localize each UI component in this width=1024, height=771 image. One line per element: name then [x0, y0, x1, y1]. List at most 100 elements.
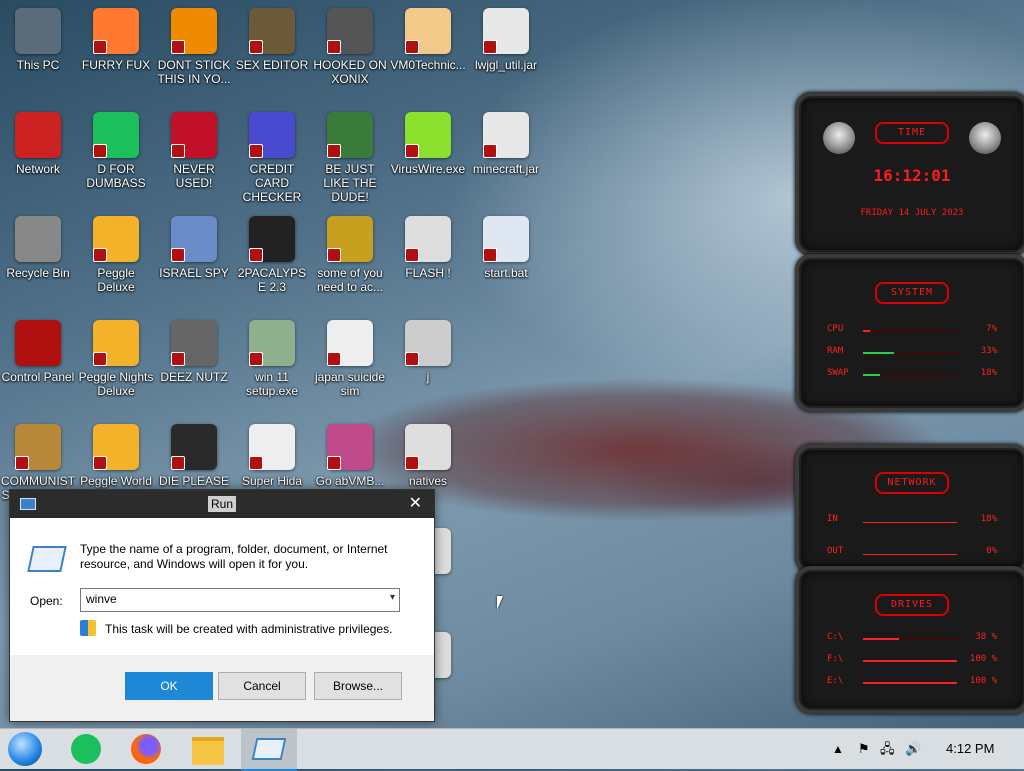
desktop-icon[interactable]: Peggle Deluxe — [78, 216, 154, 294]
desktop-icon[interactable]: BE JUST LIKE THE DUDE! — [312, 112, 388, 204]
chevron-up-icon[interactable]: ▲ — [832, 729, 844, 769]
open-combobox[interactable]: ▾ — [80, 588, 400, 612]
desktop-icon-label: NEVER USED! — [173, 162, 215, 190]
desktop-icon[interactable]: FLASH ! — [390, 216, 466, 280]
desktop-icon[interactable]: natives — [390, 424, 466, 488]
shortcut-badge-icon — [171, 248, 185, 262]
chevron-down-icon[interactable]: ▾ — [390, 592, 395, 603]
swap-bar — [863, 374, 957, 376]
app-icon — [327, 424, 373, 470]
desktop-icon[interactable]: D FOR DUMBASS — [78, 112, 154, 190]
desktop-icon[interactable]: Peggle Nights Deluxe — [78, 320, 154, 398]
desktop-icon-label: Peggle Nights Deluxe — [78, 370, 154, 398]
desktop-icon[interactable]: DIE PLEASE — [156, 424, 232, 488]
desktop-icon[interactable]: DONT STICK THIS IN YO... — [156, 8, 232, 86]
shortcut-badge-icon — [249, 248, 263, 262]
desktop-icon-label: minecraft.jar — [472, 162, 540, 176]
desktop-icon[interactable]: This PC — [0, 8, 76, 72]
desktop-icon[interactable]: Network — [0, 112, 76, 176]
close-button[interactable]: ✕ — [409, 493, 422, 513]
desktop-icon[interactable]: Recycle Bin — [0, 216, 76, 280]
ok-button[interactable]: OK — [125, 672, 213, 700]
gadget-title: TIME — [875, 122, 949, 144]
shortcut-badge-icon — [327, 248, 341, 262]
app-icon — [405, 216, 451, 262]
volume-icon[interactable]: 🔊 — [905, 729, 921, 769]
shortcut-badge-icon — [93, 144, 107, 158]
app-icon — [15, 424, 61, 470]
desktop-icon-label: Recycle Bin — [6, 266, 70, 280]
desktop-icon[interactable]: ISRAEL SPY — [156, 216, 232, 280]
desktop-icon-label: j — [426, 370, 430, 384]
desktop-icon[interactable]: j — [390, 320, 466, 384]
open-input[interactable] — [81, 589, 381, 609]
firefox-icon — [131, 734, 161, 764]
date-readout: FRIDAY 14 JULY 2023 — [860, 208, 964, 218]
shortcut-badge-icon — [405, 248, 419, 262]
app-icon — [171, 112, 217, 158]
desktop-icon-label: Peggle Deluxe — [97, 266, 135, 294]
desktop-icon[interactable]: DEEZ NUTZ — [156, 320, 232, 384]
cpu-bar — [863, 330, 957, 332]
desktop-icon[interactable]: SEX EDITOR — [234, 8, 310, 72]
desktop-icon[interactable]: VM0Technic... — [390, 8, 466, 72]
drives-gadget: DRIVES C:\ 38 % F:\ 100 % E:\ 100 % — [795, 566, 1024, 714]
app-icon — [249, 216, 295, 262]
shortcut-badge-icon — [405, 456, 419, 470]
app-icon — [93, 424, 139, 470]
run-titlebar[interactable]: Run ✕ — [10, 490, 434, 518]
taskbar-firefox[interactable] — [128, 733, 164, 765]
taskbar-file-explorer[interactable] — [190, 733, 226, 765]
taskbar-run-active[interactable] — [241, 729, 297, 771]
app-icon — [249, 112, 295, 158]
desktop-icon[interactable]: Go abVMB... — [312, 424, 388, 488]
start-button[interactable] — [8, 732, 44, 766]
shortcut-badge-icon — [249, 456, 263, 470]
time-gadget: TIME 16:12:01 FRIDAY 14 JULY 2023 — [795, 92, 1024, 256]
browse-button[interactable]: Browse... — [314, 672, 402, 700]
flag-icon[interactable]: ⚑ — [858, 729, 870, 769]
desktop-icon[interactable]: japan suicide sim — [312, 320, 388, 398]
time-readout: 16:12:01 — [873, 166, 951, 185]
taskbar: ▲ ⚑ 🖧 🔊 4:12 PM — [0, 728, 1024, 771]
desktop-icon[interactable]: some of you need to ac... — [312, 216, 388, 294]
desktop-icon[interactable]: HOOKED ON XONIX — [312, 8, 388, 86]
run-description: Type the name of a program, folder, docu… — [80, 542, 388, 571]
gadget-title: DRIVES — [875, 594, 949, 616]
desktop-icon[interactable]: win 11 setup.exe — [234, 320, 310, 398]
desktop-icon-label: Network — [15, 162, 60, 176]
shortcut-badge-icon — [171, 40, 185, 54]
system-gadget: SYSTEM CPU 7% RAM 33% SWAP 18% — [795, 254, 1024, 412]
app-icon — [327, 320, 373, 366]
desktop-icon-label: DONT STICK THIS IN YO... — [157, 58, 231, 86]
cpu-row: CPU 7% — [827, 324, 997, 334]
desktop-icon[interactable]: 2PACALYPSE 2.3 — [234, 216, 310, 294]
desktop-icon-label: 2PACALYPSE 2.3 — [237, 266, 307, 294]
run-icon — [27, 546, 67, 572]
desktop-icon[interactable]: CREDIT CARD CHECKER — [234, 112, 310, 204]
shortcut-badge-icon — [249, 40, 263, 54]
mouse-cursor-icon — [497, 596, 503, 610]
app-icon — [327, 8, 373, 54]
alien-icon — [823, 122, 855, 154]
desktop-icon[interactable]: minecraft.jar — [468, 112, 544, 176]
desktop-icon[interactable]: VirusWire.exe — [390, 112, 466, 176]
desktop-icon[interactable]: start.bat — [468, 216, 544, 280]
app-icon — [405, 112, 451, 158]
desktop-icon[interactable]: Control Panel — [0, 320, 76, 384]
shortcut-badge-icon — [405, 144, 419, 158]
cancel-button[interactable]: Cancel — [218, 672, 306, 700]
gadget-title: SYSTEM — [875, 282, 949, 304]
run-taskbar-icon — [251, 738, 287, 760]
desktop-icon-label: Super Hida — [241, 474, 303, 488]
desktop-icon[interactable]: Super Hida — [234, 424, 310, 488]
desktop-icon[interactable]: FURRY FUX — [78, 8, 154, 72]
desktop-icon[interactable]: NEVER USED! — [156, 112, 232, 190]
taskbar-clock[interactable]: 4:12 PM — [946, 729, 994, 769]
shortcut-badge-icon — [93, 352, 107, 366]
desktop-icon[interactable]: lwjgl_util.jar — [468, 8, 544, 72]
app-icon — [483, 216, 529, 262]
taskbar-app-green[interactable] — [68, 733, 104, 765]
app-icon — [171, 424, 217, 470]
network-icon[interactable]: 🖧 — [880, 729, 895, 769]
